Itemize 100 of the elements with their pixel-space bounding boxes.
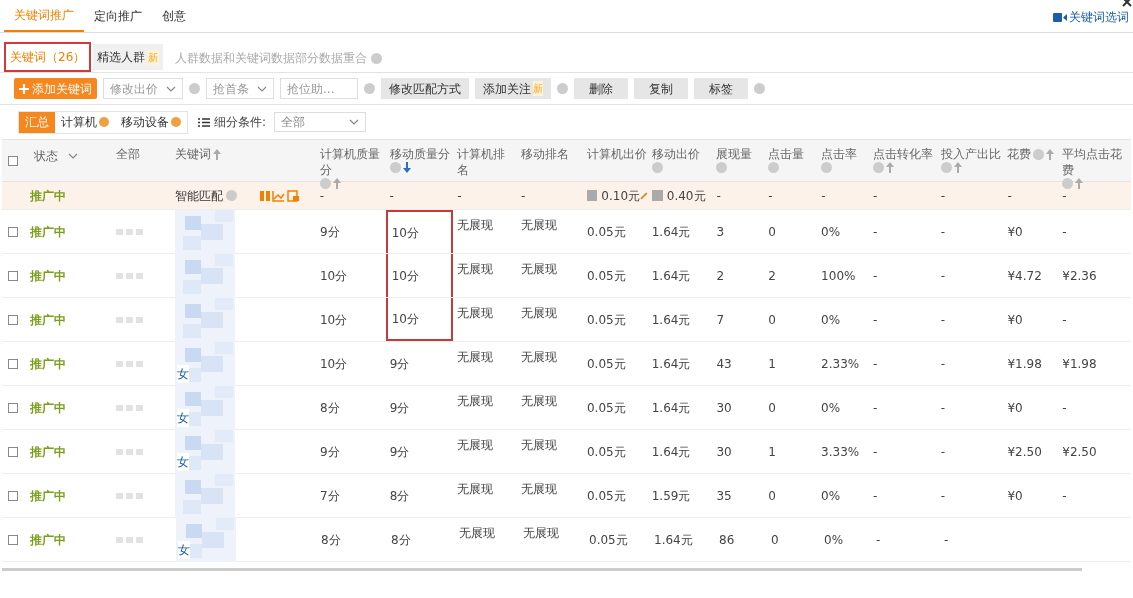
masked-value-drawing	[115, 316, 144, 323]
chevron-down-icon	[166, 85, 176, 92]
checkbox[interactable]	[8, 534, 18, 545]
toolbar-button[interactable]: 删除	[574, 78, 628, 99]
checkbox[interactable]	[7, 358, 18, 369]
input-field[interactable]: 抢位助...	[280, 78, 358, 99]
checkbox[interactable]	[7, 270, 18, 281]
help-icon[interactable]	[371, 52, 383, 64]
table-cell-text: 无展现	[457, 481, 494, 498]
table-cell-text: -	[940, 487, 945, 505]
table-cell-text: -	[389, 187, 394, 205]
help-icon[interactable]	[557, 83, 568, 94]
help-icon[interactable]	[716, 162, 728, 173]
new-badge: 新	[147, 49, 160, 65]
column-header[interactable]: 状态	[33, 148, 58, 164]
close-icon[interactable]	[1122, 0, 1132, 8]
dropdown-button[interactable]: 修改出价	[103, 78, 183, 99]
table-cell-text: -	[872, 267, 878, 285]
checkbox[interactable]	[7, 155, 18, 166]
keyword-tab[interactable]: 精选人群 新	[93, 44, 164, 70]
help-icon[interactable]	[940, 162, 952, 173]
column-header[interactable]: 展现量	[716, 146, 753, 162]
pencil-icon[interactable]	[640, 191, 648, 200]
help-icon[interactable]	[754, 83, 765, 94]
table-cell-text: 30	[716, 443, 732, 461]
keyword-text[interactable]: 女	[178, 541, 190, 559]
table-cell-text: -	[940, 311, 946, 329]
table-cell-text: -	[940, 267, 946, 285]
arrow-up-icon[interactable]	[1046, 148, 1055, 160]
column-header[interactable]: 点击量	[768, 146, 805, 162]
table-cell-text: 无展现	[459, 525, 495, 542]
arrow-down-icon[interactable]	[402, 162, 411, 173]
table-cell-text: 0	[768, 487, 776, 505]
column-header: 全部	[115, 146, 140, 162]
column-header[interactable]: 计算机质量分	[319, 146, 386, 178]
table-cell-text: 0.10元	[601, 187, 641, 205]
table-cell-text: 10分	[391, 310, 419, 328]
arrow-up-icon[interactable]	[332, 178, 341, 189]
arrow-up-icon[interactable]	[213, 148, 222, 160]
table-cell-text: 0.05元	[586, 487, 626, 505]
table-cell-text: 无展现	[521, 437, 558, 454]
toolbar-button[interactable]: 添加关注 新	[475, 78, 551, 99]
table-cell-text: -	[1062, 487, 1067, 505]
column-header[interactable]: 移动出价	[651, 146, 700, 162]
help-icon[interactable]	[768, 162, 780, 173]
arrow-up-icon[interactable]	[953, 162, 962, 173]
help-icon[interactable]	[171, 117, 181, 127]
column-header[interactable]: 关键词	[175, 146, 212, 162]
help-icon[interactable]	[364, 83, 375, 94]
keyword-text[interactable]: 女	[177, 365, 190, 383]
checkbox[interactable]	[7, 226, 18, 237]
table-cell-text: 0.05元	[586, 223, 626, 241]
checkbox[interactable]	[7, 314, 18, 325]
action-icons-drawing[interactable]	[260, 189, 301, 202]
table-cell-text: -	[944, 531, 949, 549]
table-cell-text: 2.33%	[821, 355, 860, 373]
column-header[interactable]: 移动质量分	[389, 146, 450, 162]
table-cell-text: 9分	[389, 443, 410, 461]
toolbar-button[interactable]: 修改匹配方式	[381, 78, 469, 99]
help-icon[interactable]	[1062, 178, 1074, 189]
dropdown-button[interactable]: 抢首条	[206, 78, 274, 99]
help-icon[interactable]	[226, 190, 238, 201]
keyword-picker-link[interactable]: 关键词选词	[1069, 8, 1129, 26]
column-header[interactable]: 花费	[1007, 146, 1032, 162]
scrollbar[interactable]	[2, 568, 1082, 571]
column-header[interactable]: 点击率	[821, 146, 858, 162]
help-icon[interactable]	[1033, 148, 1045, 160]
checkbox[interactable]	[7, 490, 18, 501]
table-cell-text: -	[940, 223, 946, 241]
help-icon[interactable]	[99, 117, 109, 127]
checkbox[interactable]	[7, 446, 18, 457]
table-cell-text: 无展现	[457, 393, 494, 410]
arrow-up-icon[interactable]	[1075, 178, 1084, 189]
help-icon[interactable]	[821, 162, 833, 173]
table-cell-text: 无展现	[521, 349, 558, 366]
chevron-down-icon	[257, 85, 267, 92]
table-cell-text: ¥0	[1007, 399, 1023, 417]
help-icon[interactable]	[651, 162, 663, 173]
column-header[interactable]: 平均点击花费	[1062, 146, 1131, 178]
help-icon[interactable]	[872, 162, 884, 173]
arrow-up-icon[interactable]	[885, 162, 894, 173]
status-text: 推广中	[30, 531, 66, 549]
toolbar-button[interactable]: 标签	[694, 78, 748, 99]
column-header: 移动排名	[521, 146, 570, 162]
table-cell-text: 9分	[389, 355, 410, 373]
column-header[interactable]: 投入产出比	[940, 146, 1001, 162]
keyword-text[interactable]: 女	[177, 409, 190, 427]
table-cell-text: 0.05元	[586, 355, 626, 373]
checkbox[interactable]	[7, 402, 18, 413]
help-icon[interactable]	[189, 83, 200, 94]
top-tab[interactable]: 创意	[152, 0, 196, 32]
status-text: 推广中	[29, 443, 66, 461]
keyword-text[interactable]: 女	[177, 453, 190, 471]
status-text: 推广中	[29, 311, 66, 329]
toolbar-button[interactable]: 复制	[634, 78, 688, 99]
table-cell-text: 30	[716, 399, 732, 417]
column-header[interactable]: 点击转化率	[872, 146, 933, 162]
table-cell-text: 86	[719, 531, 735, 549]
top-tab[interactable]: 定向推广	[84, 0, 152, 32]
filter-select[interactable]: 全部	[274, 112, 367, 132]
